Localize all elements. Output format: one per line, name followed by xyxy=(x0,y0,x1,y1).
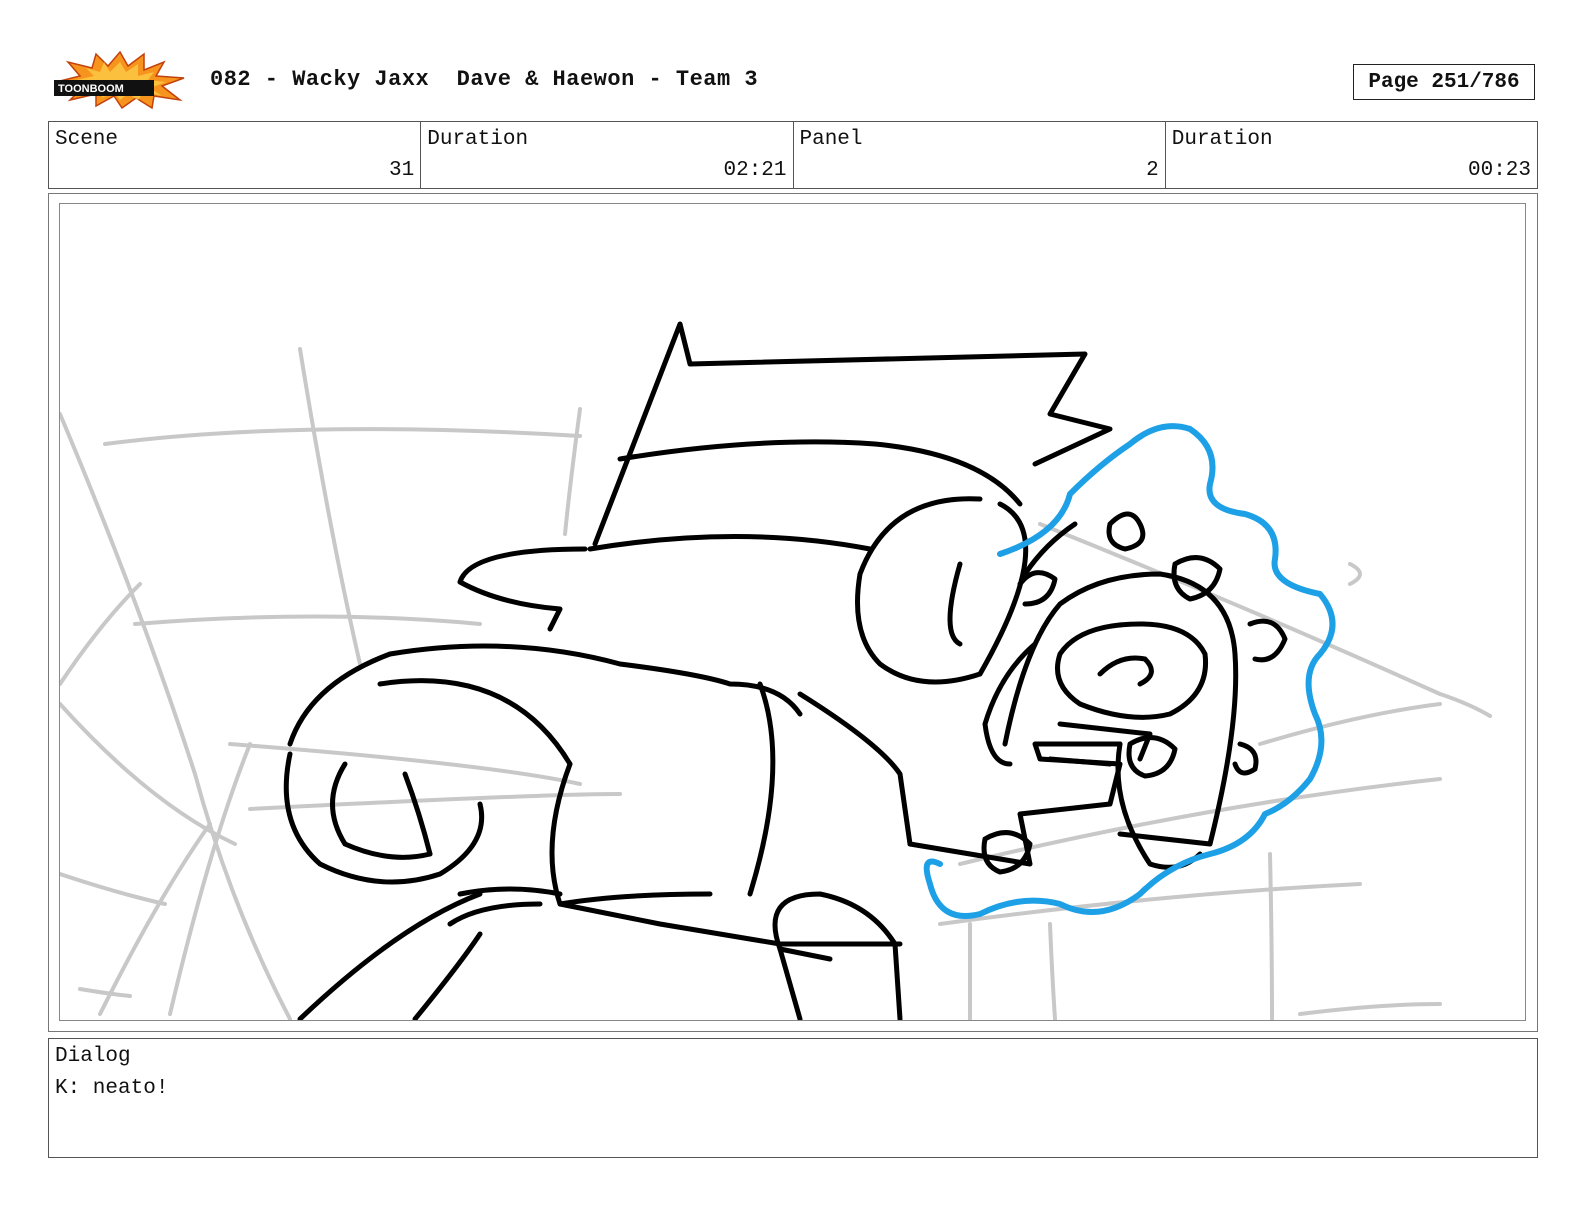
dialog-text: K: neato! xyxy=(55,1077,169,1100)
panel-value: 2 xyxy=(1146,159,1159,182)
storyboard-panel xyxy=(48,193,1538,1032)
scene-duration-cell: Duration 02:21 xyxy=(421,122,794,188)
panel-label: Panel xyxy=(799,128,863,151)
effect-outline xyxy=(923,423,1336,919)
storyboard-sketch xyxy=(60,321,1492,1020)
scene-duration-value: 02:21 xyxy=(723,159,787,182)
panel-duration-cell: Duration 00:23 xyxy=(1166,122,1537,188)
scene-cell: Scene 31 xyxy=(49,122,422,188)
panel-drawing-area xyxy=(59,203,1526,1021)
scene-duration-label: Duration xyxy=(427,128,529,151)
scene-label: Scene xyxy=(55,128,119,151)
dialog-box: Dialog K: neato! xyxy=(48,1038,1538,1158)
logo-text: TOONBOOM xyxy=(58,83,124,95)
panel-duration-value: 00:23 xyxy=(1467,159,1531,182)
toonboom-logo: TOONBOOM xyxy=(52,50,188,110)
dialog-label: Dialog xyxy=(55,1045,131,1068)
panel-cell: Panel 2 xyxy=(794,122,1166,188)
page-indicator: Page 251/786 xyxy=(1353,64,1535,100)
scene-info-row: Scene 31 Duration 02:21 Panel 2 Duration… xyxy=(48,121,1538,189)
project-title: 082 - Wacky Jaxx Dave & Haewon - Team 3 xyxy=(210,67,759,92)
panel-duration-label: Duration xyxy=(1171,128,1273,151)
scene-value: 31 xyxy=(389,159,415,182)
